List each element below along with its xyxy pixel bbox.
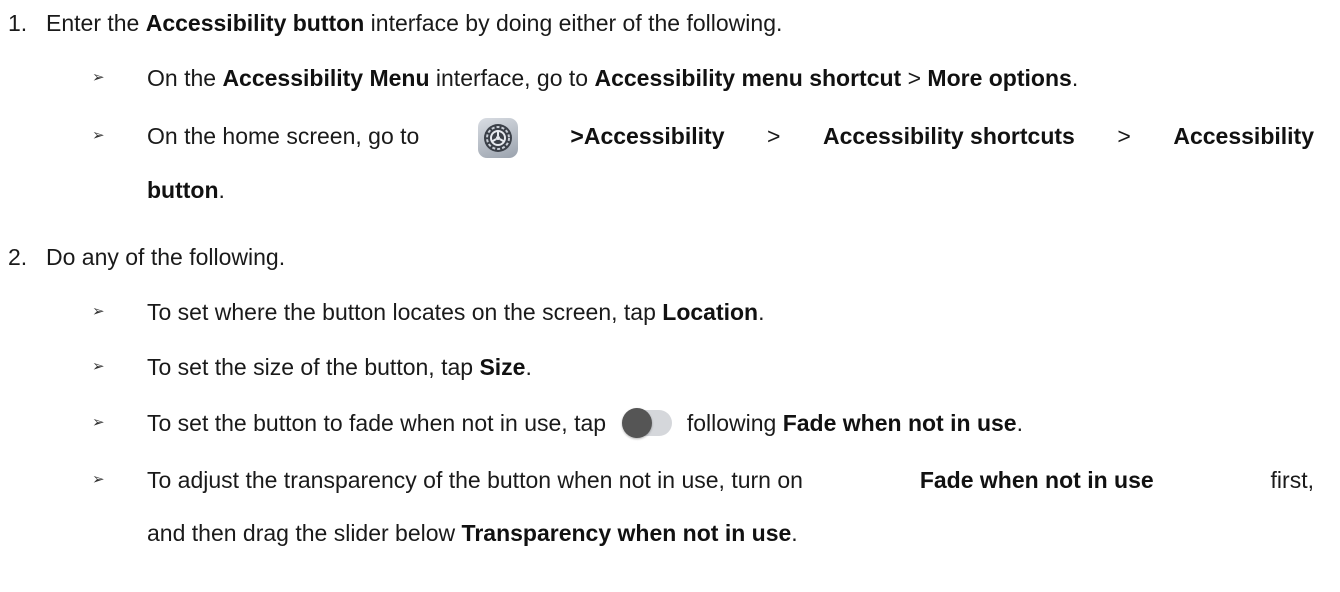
- text: >: [1117, 123, 1131, 149]
- text: .: [525, 354, 532, 380]
- text: Do any of the following.: [46, 244, 286, 270]
- bold-term: More options: [927, 65, 1072, 91]
- bullet-text: To set the button to fade when not in us…: [147, 407, 1023, 438]
- bullet-text: To set where the button locates on the s…: [147, 297, 765, 327]
- step-text: Enter the Accessibility button interface…: [46, 8, 782, 38]
- text: On the home screen, go to: [147, 123, 420, 149]
- bold-term: Accessibility Menu: [222, 65, 430, 91]
- bold-term: Accessibility button: [145, 10, 365, 36]
- bullet-marker: ➢: [92, 69, 105, 86]
- bold-term: Accessibility shortcuts: [823, 123, 1075, 149]
- text: .: [218, 177, 225, 203]
- text: interface by doing either of the followi…: [370, 10, 783, 36]
- text: To set the button to fade when not in us…: [147, 410, 607, 436]
- bold-term: Transparency when not in use: [461, 520, 792, 546]
- text: interface, go to: [435, 65, 589, 91]
- text: and then drag the slider below: [147, 520, 456, 546]
- bold-term: Accessibility menu shortcut: [594, 65, 902, 91]
- text: .: [1016, 410, 1023, 436]
- step-number: 2.: [8, 244, 28, 270]
- step-number: 1.: [8, 10, 28, 36]
- bold-term: button: [147, 177, 219, 203]
- bold-term: Size: [479, 354, 526, 380]
- toggle-knob: [622, 407, 653, 438]
- text: Enter the: [46, 10, 140, 36]
- text: On the: [147, 65, 217, 91]
- settings-gear-icon: [477, 118, 518, 158]
- text: To adjust the transparency of the button…: [147, 467, 803, 493]
- bold-term: Location: [662, 299, 759, 325]
- text: following: [686, 410, 777, 436]
- bullet-marker: ➢: [92, 358, 105, 375]
- bullet-marker: ➢: [92, 471, 105, 488]
- bullet-text: To set the size of the button, tap Size.: [147, 352, 532, 382]
- bullet-text-continued: and then drag the slider below Transpare…: [147, 518, 798, 548]
- bullet-marker: ➢: [92, 414, 105, 431]
- bullet-text-continued: button.: [147, 175, 225, 205]
- text: >: [907, 65, 922, 91]
- text: To set the size of the button, tap: [147, 354, 474, 380]
- text: first,: [1270, 467, 1314, 493]
- bullet-text: On the Accessibility Menu interface, go …: [147, 63, 1078, 93]
- step-text: Do any of the following.: [46, 242, 285, 272]
- bullet-text: To adjust the transparency of the button…: [147, 465, 1314, 495]
- text: >: [767, 123, 781, 149]
- bullet-marker: ➢: [92, 303, 105, 320]
- bullet-marker: ➢: [92, 127, 105, 144]
- text: .: [1071, 65, 1079, 91]
- text: .: [791, 520, 798, 546]
- toggle-switch-off-icon: [622, 407, 673, 438]
- bullet-text: On the home screen, go to >Accessibility…: [147, 118, 1314, 161]
- bold-term: Accessibility: [1173, 123, 1314, 149]
- bold-term: Fade when not in use: [782, 410, 1017, 436]
- bold-term: >Accessibility: [570, 123, 725, 149]
- bold-term: Fade when not in use: [919, 467, 1154, 493]
- text: .: [758, 299, 765, 325]
- text: To set where the button locates on the s…: [147, 299, 656, 325]
